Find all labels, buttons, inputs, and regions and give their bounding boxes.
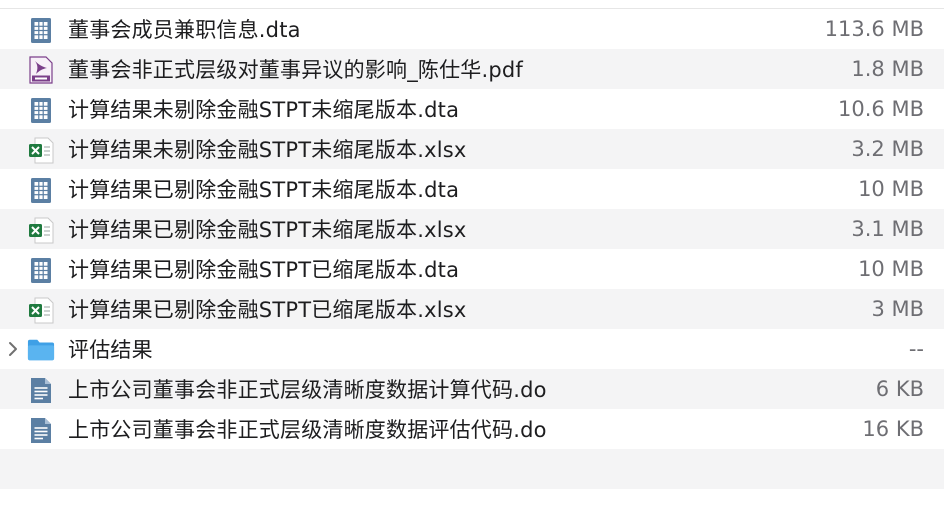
file-row[interactable]: 上市公司董事会非正式层级清晰度数据计算代码.do 6 KB — [0, 369, 944, 409]
file-name: 计算结果已剔除金融STPT已缩尾版本.xlsx — [68, 298, 467, 322]
file-name: 计算结果未剔除金融STPT未缩尾版本.dta — [68, 98, 460, 122]
file-list: 董事会成员兼职信息.dta 113.6 MB 董事会非正式层级对董事异议的影响_… — [0, 9, 944, 521]
file-name: 计算结果已剔除金融STPT未缩尾版本.dta — [68, 178, 460, 202]
file-name: 董事会成员兼职信息.dta — [68, 18, 301, 42]
do-file-icon — [27, 416, 55, 444]
file-name: 上市公司董事会非正式层级清晰度数据计算代码.do — [68, 378, 547, 402]
file-size: 113.6 MB — [824, 17, 924, 41]
folder-row[interactable]: 评估结果 -- — [0, 329, 944, 369]
excel-file-icon — [27, 136, 55, 164]
file-row[interactable]: 计算结果已剔除金融STPT未缩尾版本.dta 10 MB — [0, 169, 944, 209]
file-row[interactable]: 上市公司董事会非正式层级清晰度数据评估代码.do 16 KB — [0, 409, 944, 449]
file-name: 上市公司董事会非正式层级清晰度数据评估代码.do — [68, 418, 547, 442]
file-size: 10.6 MB — [838, 97, 924, 121]
file-name: 董事会非正式层级对董事异议的影响_陈仕华.pdf — [68, 58, 524, 82]
file-row[interactable]: 计算结果未剔除金融STPT未缩尾版本.xlsx 3.2 MB — [0, 129, 944, 169]
file-name: 计算结果未剔除金融STPT未缩尾版本.xlsx — [68, 138, 467, 162]
file-row[interactable]: 计算结果已剔除金融STPT已缩尾版本.xlsx 3 MB — [0, 289, 944, 329]
list-top-edge — [0, 0, 944, 9]
file-size: 10 MB — [858, 177, 924, 201]
file-row[interactable]: 计算结果已剔除金融STPT未缩尾版本.xlsx 3.1 MB — [0, 209, 944, 249]
dta-file-icon — [27, 256, 55, 284]
file-row[interactable]: 董事会非正式层级对董事异议的影响_陈仕华.pdf 1.8 MB — [0, 49, 944, 89]
empty-stripe-row — [0, 449, 944, 489]
file-name: 计算结果已剔除金融STPT未缩尾版本.xlsx — [68, 218, 467, 242]
dta-file-icon — [27, 16, 55, 44]
empty-area — [0, 489, 944, 521]
file-row[interactable]: 计算结果未剔除金融STPT未缩尾版本.dta 10.6 MB — [0, 89, 944, 129]
file-size: 16 KB — [862, 417, 924, 441]
file-size: 3 MB — [871, 297, 924, 321]
file-size: 3.2 MB — [851, 137, 924, 161]
folder-name: 评估结果 — [68, 338, 153, 362]
excel-file-icon — [27, 296, 55, 324]
pdf-file-icon — [27, 56, 55, 84]
chevron-right-icon[interactable] — [6, 329, 20, 369]
file-size: 10 MB — [858, 257, 924, 281]
file-size: 1.8 MB — [851, 57, 924, 81]
file-size: 6 KB — [875, 377, 924, 401]
excel-file-icon — [27, 216, 55, 244]
folder-icon — [27, 336, 55, 364]
folder-size: -- — [908, 337, 924, 361]
dta-file-icon — [27, 96, 55, 124]
file-row[interactable]: 董事会成员兼职信息.dta 113.6 MB — [0, 9, 944, 49]
file-name: 计算结果已剔除金融STPT已缩尾版本.dta — [68, 258, 460, 282]
do-file-icon — [27, 376, 55, 404]
dta-file-icon — [27, 176, 55, 204]
file-size: 3.1 MB — [851, 217, 924, 241]
file-row[interactable]: 计算结果已剔除金融STPT已缩尾版本.dta 10 MB — [0, 249, 944, 289]
